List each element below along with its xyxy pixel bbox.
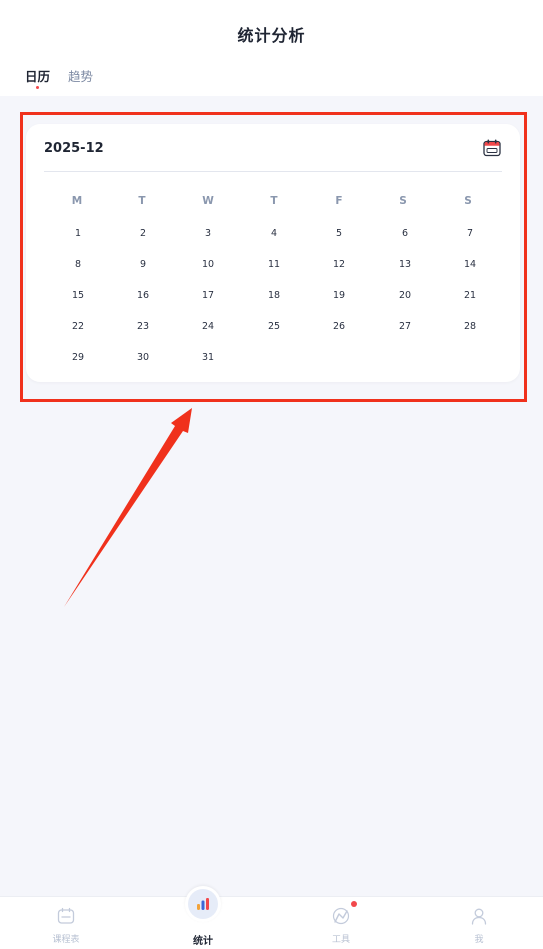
header: 统计分析 日历 趋势: [0, 0, 543, 96]
user-icon: [471, 908, 487, 925]
notification-dot: [351, 901, 357, 907]
nav-item-schedule[interactable]: 课程表: [26, 897, 106, 949]
calendar-icon: [57, 907, 75, 924]
bottom-nav-bar: 课程表 统计 工具 我: [0, 886, 543, 949]
tab-trend[interactable]: 趋势: [68, 66, 93, 85]
page-title: 统计分析: [237, 26, 306, 45]
annotation-highlight-box: [20, 112, 527, 402]
bar-chart-icon: [197, 898, 209, 910]
active-tab-indicator: [36, 86, 39, 89]
nav-label: 统计: [193, 936, 213, 947]
nav-label: 课程表: [52, 935, 80, 945]
nav-item-tools[interactable]: 工具: [301, 897, 381, 949]
nav-item-profile[interactable]: 我: [439, 897, 519, 949]
nav-label: 我: [474, 935, 484, 945]
nav-label: 工具: [331, 935, 350, 945]
nav-item-stats[interactable]: 统计: [163, 886, 243, 949]
tab-calendar[interactable]: 日历: [25, 66, 50, 85]
tools-icon: [332, 907, 350, 925]
active-nav-bubble: [185, 886, 221, 922]
